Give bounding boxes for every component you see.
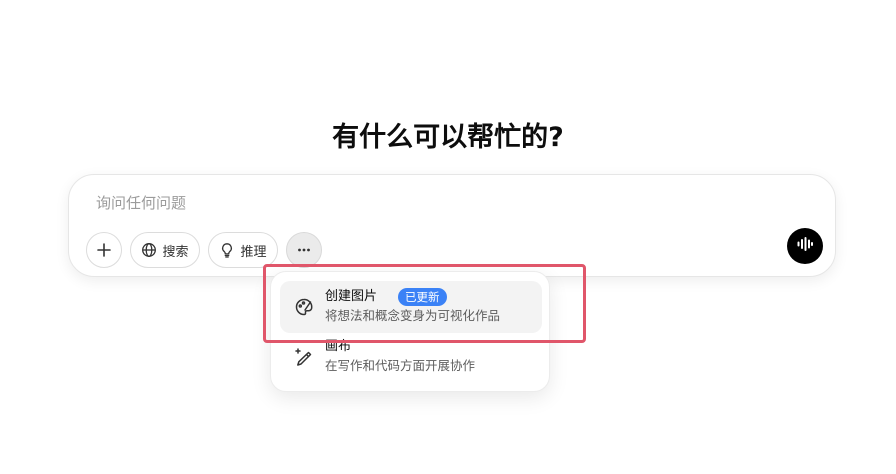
prompt-input[interactable] bbox=[96, 191, 696, 215]
page-title: 有什么可以帮忙的? bbox=[332, 122, 564, 153]
plus-icon bbox=[96, 242, 112, 258]
tools-menu: 创建图片 已更新 将想法和概念变身为可视化作品 画布 在写作和代码方面开展协作 bbox=[270, 271, 550, 392]
menu-item-title: 创建图片 bbox=[325, 289, 378, 304]
add-attachment-button[interactable] bbox=[86, 232, 122, 268]
search-label: 搜索 bbox=[162, 244, 189, 260]
menu-item-create-image[interactable]: 创建图片 已更新 将想法和概念变身为可视化作品 bbox=[280, 281, 542, 333]
menu-item-description: 将想法和概念变身为可视化作品 bbox=[325, 308, 501, 323]
voice-waveform-icon bbox=[796, 235, 814, 257]
chat-home: 有什么可以帮忙的? 搜索 bbox=[0, 0, 896, 474]
palette-icon bbox=[293, 296, 315, 318]
prompt-composer: 搜索 推理 bbox=[68, 174, 836, 277]
menu-item-description: 在写作和代码方面开展协作 bbox=[325, 358, 476, 373]
menu-item-canvas[interactable]: 画布 在写作和代码方面开展协作 bbox=[280, 333, 542, 385]
ellipsis-icon bbox=[296, 242, 312, 258]
reason-button[interactable]: 推理 bbox=[208, 232, 278, 268]
lightbulb-icon bbox=[219, 242, 235, 258]
search-button[interactable]: 搜索 bbox=[130, 232, 200, 268]
updated-badge: 已更新 bbox=[398, 288, 447, 306]
reason-label: 推理 bbox=[240, 244, 267, 260]
more-tools-button[interactable] bbox=[286, 232, 322, 268]
pencil-sparkle-icon bbox=[293, 346, 315, 368]
voice-mode-button[interactable] bbox=[787, 228, 823, 264]
globe-icon bbox=[141, 242, 157, 258]
menu-item-title: 画布 bbox=[325, 339, 352, 354]
